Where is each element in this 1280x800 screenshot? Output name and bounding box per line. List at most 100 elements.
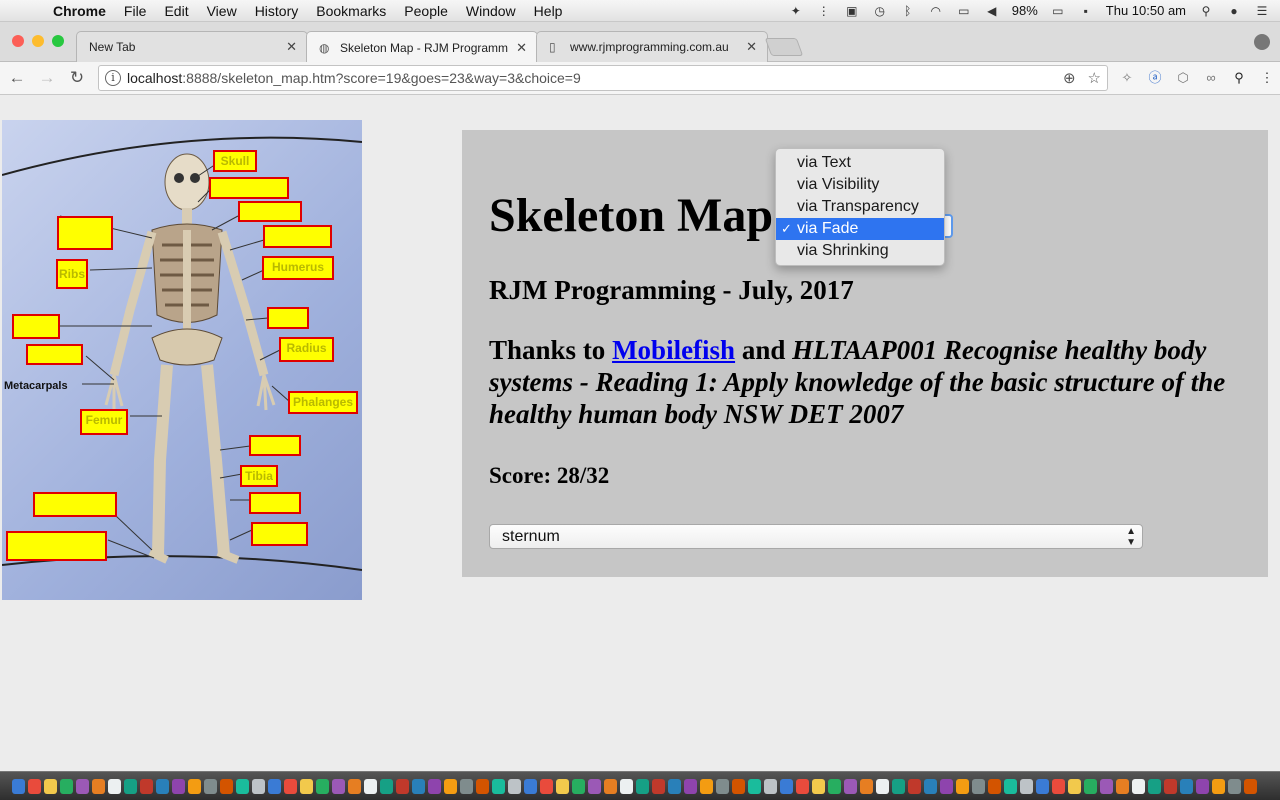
- dock-app-icon[interactable]: [492, 778, 505, 794]
- bluetooth-icon[interactable]: ᛒ: [900, 4, 916, 18]
- forward-button[interactable]: →: [34, 65, 60, 91]
- label-blank[interactable]: [26, 344, 83, 365]
- extension-a-icon[interactable]: ⓐ: [1146, 69, 1164, 87]
- reload-button[interactable]: ↻: [64, 65, 90, 91]
- dock-app-icon[interactable]: [1100, 778, 1113, 794]
- dock-app-icon[interactable]: [188, 778, 201, 794]
- bookmark-star-icon[interactable]: ☆: [1088, 69, 1101, 87]
- clock[interactable]: Thu 10:50 am: [1106, 3, 1186, 18]
- dock-app-icon[interactable]: [1180, 778, 1193, 794]
- dock-app-icon[interactable]: [508, 778, 521, 794]
- dock-app-icon[interactable]: [12, 778, 25, 794]
- label-humerus[interactable]: Humerus: [262, 256, 334, 280]
- label-tibia[interactable]: Tibia: [240, 465, 278, 487]
- dock-app-icon[interactable]: [620, 778, 633, 794]
- label-blank[interactable]: [33, 492, 117, 517]
- label-blank[interactable]: [6, 531, 107, 561]
- dock-app-icon[interactable]: [1196, 778, 1209, 794]
- dock-app-icon[interactable]: [284, 778, 297, 794]
- new-tab-button[interactable]: [764, 38, 804, 56]
- tool-icon[interactable]: ✦: [788, 4, 804, 18]
- dock-app-icon[interactable]: [92, 778, 105, 794]
- label-radius[interactable]: Radius: [279, 337, 334, 362]
- label-skull[interactable]: Skull: [213, 150, 257, 172]
- dock-app-icon[interactable]: [764, 778, 777, 794]
- dock-app-icon[interactable]: [588, 778, 601, 794]
- dock-app-icon[interactable]: [780, 778, 793, 794]
- dock-app-icon[interactable]: [412, 778, 425, 794]
- search-icon[interactable]: ⚲: [1198, 4, 1214, 18]
- dock-app-icon[interactable]: [124, 778, 137, 794]
- dock-app-icon[interactable]: [364, 778, 377, 794]
- dock-app-icon[interactable]: [1068, 778, 1081, 794]
- dock-app-icon[interactable]: [204, 778, 217, 794]
- dock-app-icon[interactable]: [860, 778, 873, 794]
- dock-app-icon[interactable]: [1004, 778, 1017, 794]
- dock-app-icon[interactable]: [828, 778, 841, 794]
- dock-app-icon[interactable]: [1212, 778, 1225, 794]
- dock-app-icon[interactable]: [876, 778, 889, 794]
- menu-edit[interactable]: Edit: [155, 3, 197, 19]
- dock-app-icon[interactable]: [796, 778, 809, 794]
- grid-icon[interactable]: ⋮: [816, 4, 832, 18]
- close-tab-icon[interactable]: ✕: [516, 40, 527, 56]
- dock-app-icon[interactable]: [1020, 778, 1033, 794]
- app-icon[interactable]: ▣: [844, 4, 860, 18]
- menu-window[interactable]: Window: [457, 3, 525, 19]
- dock-app-icon[interactable]: [652, 778, 665, 794]
- label-femur[interactable]: Femur: [80, 409, 128, 435]
- dock-app-icon[interactable]: [524, 778, 537, 794]
- dock-app-icon[interactable]: [1244, 778, 1257, 794]
- dock-app-icon[interactable]: [1164, 778, 1177, 794]
- dock-app-icon[interactable]: [988, 778, 1001, 794]
- close-window-button[interactable]: [12, 35, 24, 47]
- dock-app-icon[interactable]: [172, 778, 185, 794]
- dock-app-icon[interactable]: [268, 778, 281, 794]
- menu-file[interactable]: File: [115, 3, 156, 19]
- choice-select[interactable]: sternum ▲ ▼: [489, 524, 1143, 549]
- dock-app-icon[interactable]: [460, 778, 473, 794]
- menu-bookmarks[interactable]: Bookmarks: [307, 3, 395, 19]
- label-blank[interactable]: [263, 225, 332, 248]
- time-machine-icon[interactable]: ◷: [872, 4, 888, 18]
- extension-glasses-icon[interactable]: ∞: [1202, 69, 1220, 87]
- dock-app-icon[interactable]: [844, 778, 857, 794]
- notification-center-icon[interactable]: ☰: [1254, 4, 1270, 18]
- dock-app-icon[interactable]: [396, 778, 409, 794]
- dock-app-icon[interactable]: [76, 778, 89, 794]
- close-tab-icon[interactable]: ✕: [746, 39, 757, 55]
- address-bar[interactable]: i localhost :8888/skeleton_map.htm?score…: [98, 65, 1108, 91]
- menu-history[interactable]: History: [246, 3, 308, 19]
- dock-app-icon[interactable]: [540, 778, 553, 794]
- airplay-icon[interactable]: ▭: [956, 4, 972, 18]
- minimize-window-button[interactable]: [32, 35, 44, 47]
- dock-app-icon[interactable]: [556, 778, 569, 794]
- dock-app-icon[interactable]: [572, 778, 585, 794]
- close-tab-icon[interactable]: ✕: [286, 39, 297, 55]
- battery-icon[interactable]: ▭: [1050, 4, 1066, 18]
- menu-view[interactable]: View: [198, 3, 246, 19]
- dock-app-icon[interactable]: [300, 778, 313, 794]
- dock-app-icon[interactable]: [924, 778, 937, 794]
- dock-app-icon[interactable]: [332, 778, 345, 794]
- dock-app-icon[interactable]: [1148, 778, 1161, 794]
- dock-app-icon[interactable]: [380, 778, 393, 794]
- dock-app-icon[interactable]: [348, 778, 361, 794]
- wifi-icon[interactable]: ◠: [928, 4, 944, 18]
- label-blank[interactable]: [249, 435, 301, 456]
- dock-app-icon[interactable]: [1036, 778, 1049, 794]
- label-ribs[interactable]: Ribs: [56, 259, 88, 289]
- dock-app-icon[interactable]: [1228, 778, 1241, 794]
- dock-app-icon[interactable]: [908, 778, 921, 794]
- dock-app-icon[interactable]: [1116, 778, 1129, 794]
- dock-app-icon[interactable]: [892, 778, 905, 794]
- label-phalanges[interactable]: Phalanges: [288, 391, 358, 414]
- way-option-visibility[interactable]: via Visibility: [776, 174, 944, 196]
- dock-app-icon[interactable]: [1084, 778, 1097, 794]
- info-icon[interactable]: i: [105, 70, 121, 86]
- dock-app-icon[interactable]: [604, 778, 617, 794]
- mobilefish-link[interactable]: Mobilefish: [612, 335, 735, 365]
- dock-app-icon[interactable]: [444, 778, 457, 794]
- dock-app-icon[interactable]: [140, 778, 153, 794]
- dock-app-icon[interactable]: [236, 778, 249, 794]
